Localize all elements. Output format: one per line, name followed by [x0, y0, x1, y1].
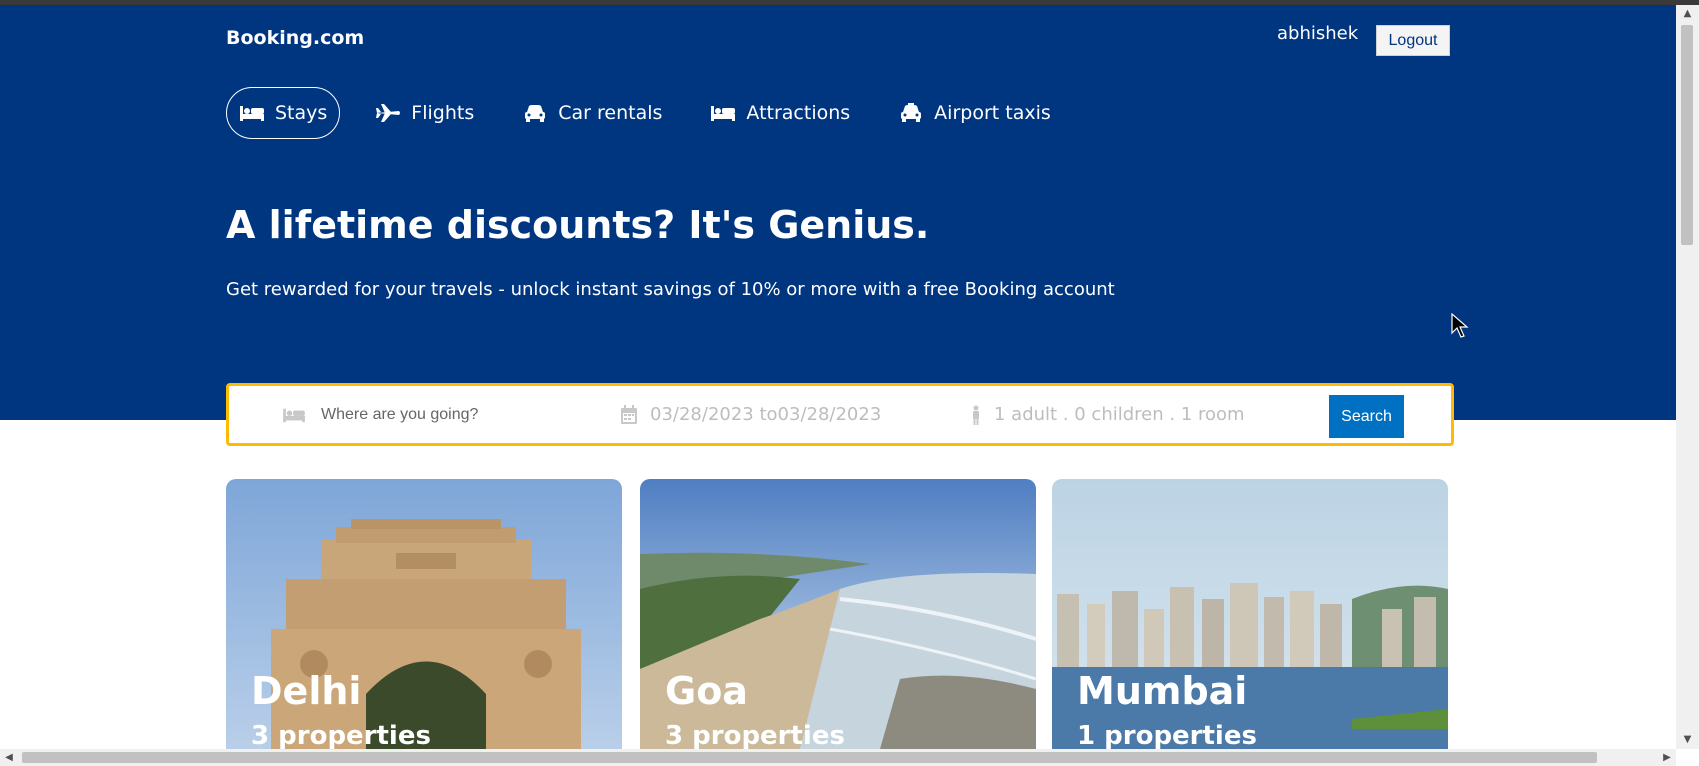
- vertical-scrollbar[interactable]: ▲ ▼: [1676, 5, 1699, 749]
- site-logo[interactable]: Booking.com: [226, 27, 364, 49]
- horizontal-scroll-thumb[interactable]: [22, 752, 1597, 763]
- city-name: Mumbai: [1077, 669, 1248, 713]
- bed-icon: [711, 106, 736, 121]
- bed-icon: [283, 408, 305, 422]
- city-card-mumbai[interactable]: Mumbai 1 properties: [1052, 479, 1448, 749]
- date-range-text: 03/28/2023 to03/28/2023: [650, 404, 882, 425]
- scroll-left-arrow-icon[interactable]: ◀: [0, 749, 18, 766]
- property-count: 3 properties: [665, 721, 845, 749]
- main-nav: Stays Flights Car rentals Attractions Ai…: [226, 87, 1086, 139]
- nav-item-flights[interactable]: Flights: [362, 87, 487, 139]
- nav-item-car-rentals[interactable]: Car rentals: [509, 87, 675, 139]
- search-button[interactable]: Search: [1329, 395, 1404, 438]
- logout-button[interactable]: Logout: [1376, 25, 1450, 56]
- vertical-scroll-thumb[interactable]: [1681, 25, 1693, 245]
- scroll-right-arrow-icon[interactable]: ▶: [1658, 749, 1676, 766]
- property-count: 3 properties: [251, 721, 431, 749]
- nav-label: Car rentals: [558, 102, 663, 124]
- nav-label: Attractions: [746, 102, 851, 124]
- guests-text: 1 adult . 0 children . 1 room: [994, 404, 1245, 425]
- guests-field[interactable]: 1 adult . 0 children . 1 room: [970, 386, 1245, 443]
- nav-item-stays[interactable]: Stays: [226, 87, 341, 139]
- nav-label: Stays: [275, 102, 328, 124]
- hero-headline: A lifetime discounts? It's Genius.: [226, 203, 930, 247]
- nav-item-attractions[interactable]: Attractions: [697, 87, 863, 139]
- scroll-down-arrow-icon[interactable]: ▼: [1676, 731, 1699, 749]
- username-label: abhishek: [1277, 23, 1359, 44]
- person-icon: [973, 405, 979, 425]
- hero-subline: Get rewarded for your travels - unlock i…: [226, 279, 1115, 300]
- featured-cities: Delhi 3 properties Goa 3 properties Mumb…: [226, 479, 1448, 749]
- date-field[interactable]: 03/28/2023 to03/28/2023: [620, 386, 881, 443]
- nav-label: Flights: [411, 102, 475, 124]
- city-card-goa[interactable]: Goa 3 properties: [640, 479, 1036, 749]
- property-count: 1 properties: [1077, 721, 1257, 749]
- horizontal-scrollbar[interactable]: ◀ ▶: [0, 749, 1676, 766]
- plane-icon: [376, 104, 401, 122]
- nav-label: Airport taxis: [934, 102, 1051, 124]
- scroll-up-arrow-icon[interactable]: ▲: [1676, 5, 1699, 23]
- city-card-delhi[interactable]: Delhi 3 properties: [226, 479, 622, 749]
- destination-field[interactable]: [281, 386, 583, 443]
- calendar-icon: [621, 404, 637, 424]
- destination-input[interactable]: [319, 404, 583, 425]
- search-bar: 03/28/2023 to03/28/2023 1 adult . 0 chil…: [226, 383, 1454, 446]
- hero-header: Booking.com abhishek Logout Stays Flight…: [0, 5, 1676, 420]
- car-icon: [525, 105, 546, 122]
- city-name: Delhi: [251, 669, 362, 713]
- city-name: Goa: [665, 669, 748, 713]
- nav-item-airport-taxis[interactable]: Airport taxis: [885, 87, 1064, 139]
- mouse-cursor-icon: [1451, 313, 1469, 338]
- bed-icon: [240, 106, 264, 121]
- taxi-icon: [901, 103, 922, 122]
